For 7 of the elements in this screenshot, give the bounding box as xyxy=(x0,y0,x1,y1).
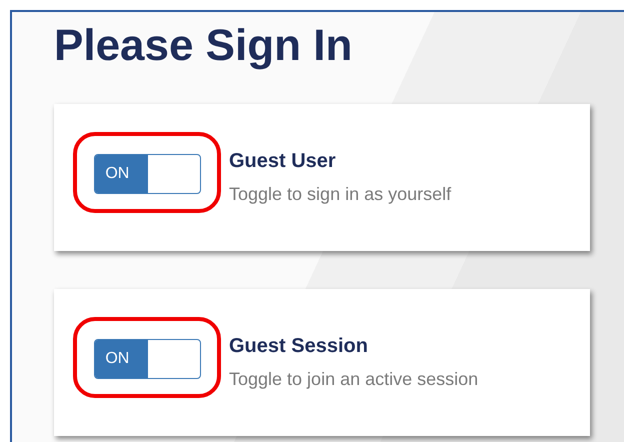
page-title: Please Sign In xyxy=(54,20,354,72)
option-title: Guest User xyxy=(229,150,337,173)
option-description: Toggle to sign in as yourself xyxy=(229,184,452,205)
toggle-switch[interactable]: ON xyxy=(94,339,201,379)
toggle-switch[interactable]: ON xyxy=(94,154,201,194)
option-title: Guest Session xyxy=(229,335,369,358)
option-description: Toggle to join an active session xyxy=(229,369,478,390)
